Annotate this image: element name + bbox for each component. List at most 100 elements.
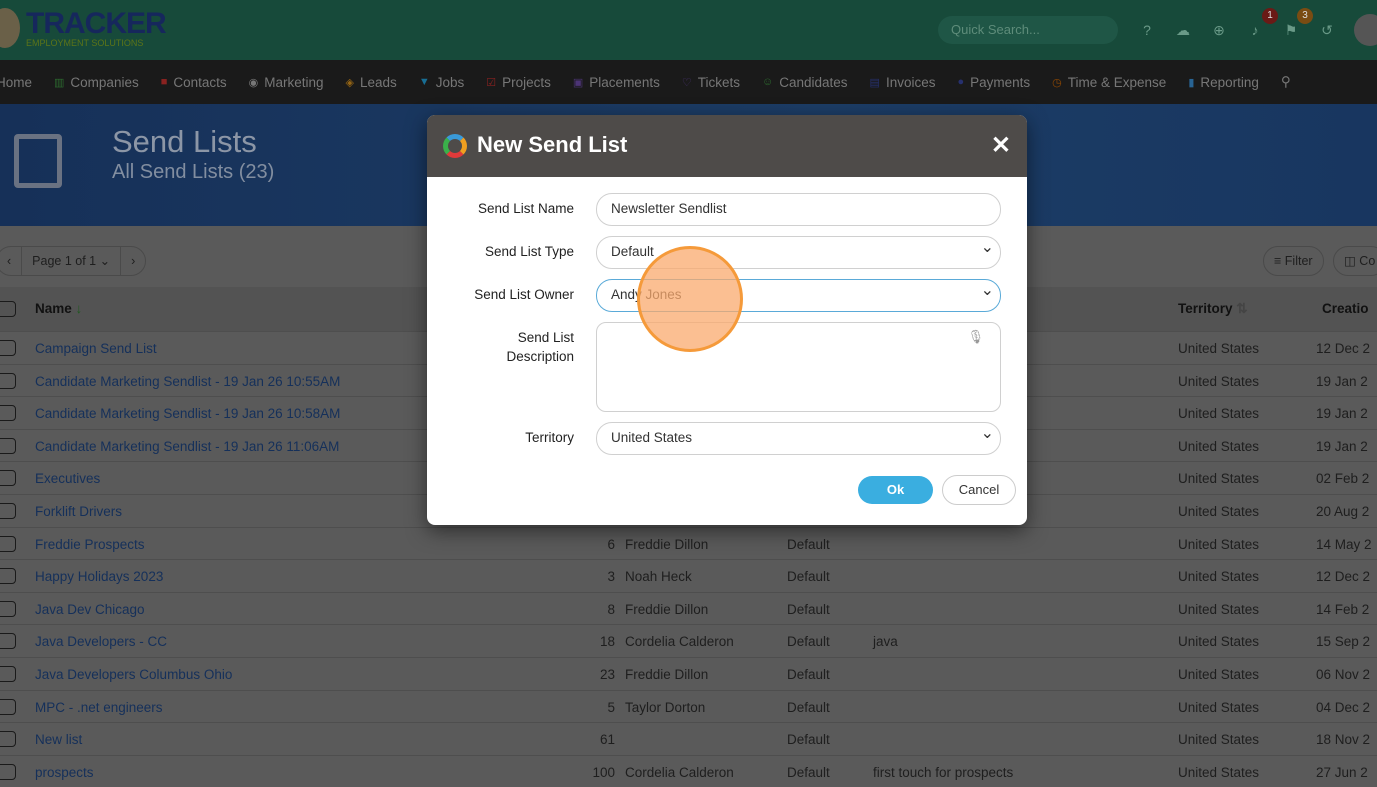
jobs-icon: ▼: [418, 76, 430, 88]
row-checkbox[interactable]: [0, 731, 16, 748]
columns-button[interactable]: ◫ Co: [1333, 246, 1377, 276]
nav-jobs[interactable]: ▼ Jobs: [419, 75, 464, 90]
table-row[interactable]: Java Developers Columbus Ohio 23 Freddie D…: [0, 657, 1377, 690]
nav-invoices[interactable]: ▤ Invoices: [870, 75, 936, 90]
row-checkbox[interactable]: [0, 405, 16, 422]
top-header: TRACKER EMPLOYMENT SOLUTIONS Quick Search…: [0, 0, 1377, 60]
send-list-name[interactable]: Happy Holidays 2023: [35, 569, 163, 584]
row-checkbox[interactable]: [0, 340, 16, 356]
row-checkbox[interactable]: [0, 372, 16, 389]
send-list-name[interactable]: Java Developers Columbus Ohio: [35, 667, 232, 682]
nav-reporting[interactable]: ▮ Reporting: [1188, 75, 1259, 90]
territory: United States: [1178, 504, 1260, 519]
table-row[interactable]: Freddie Prospects 6 Freddie Dillon Default U…: [0, 526, 1377, 560]
column-creation[interactable]: Creatio: [1322, 301, 1369, 316]
nav-label: Projects: [502, 74, 551, 90]
microphone-icon[interactable]: 🎙: [967, 329, 984, 345]
send-list-name[interactable]: Java Developers - CC: [35, 634, 167, 649]
row-checkbox[interactable]: [0, 568, 16, 585]
filter-button[interactable]: ≡ Filter: [1263, 246, 1324, 276]
clock-icon: ◷: [1052, 76, 1062, 89]
column-territory[interactable]: Territory ⇅: [1178, 301, 1248, 317]
send-list-name[interactable]: Freddie Prospects: [35, 537, 145, 552]
nav-home[interactable]: Home: [0, 75, 32, 90]
territory: United States: [1178, 732, 1260, 748]
row-checkbox[interactable]: [0, 535, 16, 552]
page-select[interactable]: Page 1 of 1 ⌄: [21, 247, 122, 275]
nav-label: Jobs: [435, 74, 465, 90]
logo-subtext: EMPLOYMENT SOLUTIONS: [26, 37, 144, 48]
select-all-checkbox[interactable]: [0, 301, 16, 317]
row-checkbox[interactable]: [0, 437, 16, 454]
row-checkbox[interactable]: [0, 698, 16, 715]
chat-icon[interactable]: ☁: [1175, 22, 1191, 38]
help-icon[interactable]: ?: [1139, 22, 1155, 38]
territory-label: Territory: [525, 430, 574, 445]
row-checkbox[interactable]: [0, 666, 16, 682]
history-icon[interactable]: ↺: [1319, 22, 1335, 38]
send-list-name[interactable]: Executives: [35, 471, 100, 486]
cancel-button[interactable]: Cancel: [942, 475, 1016, 505]
type: Default: [787, 536, 830, 552]
flag-icon[interactable]: ⚑: [1283, 22, 1299, 38]
add-icon[interactable]: ⊕: [1211, 22, 1227, 38]
owner: Freddie Dillon: [625, 601, 709, 617]
send-list-name[interactable]: New list: [35, 732, 82, 747]
row-checkbox[interactable]: [0, 763, 16, 780]
send-list-name[interactable]: Candidate Marketing Sendlist - 19 Jan 26…: [35, 439, 339, 454]
close-icon[interactable]: ✕: [991, 131, 1011, 160]
nav-companies[interactable]: ▥ Companies: [54, 75, 139, 90]
bell-icon[interactable]: ♪: [1247, 22, 1263, 38]
send-list-name[interactable]: MPC - .net engineers: [35, 700, 163, 715]
owner-label: Send List Owner: [474, 287, 574, 302]
territory: United States: [1178, 634, 1260, 650]
created-date: 14 Feb 2: [1316, 601, 1370, 617]
member-count: 5: [607, 699, 615, 715]
send-list-name[interactable]: Candidate Marketing Sendlist - 19 Jan 26…: [35, 374, 340, 389]
send-list-owner-select[interactable]: Andy Jones: [596, 279, 1001, 312]
nav-leads[interactable]: ◈ Leads: [346, 75, 397, 90]
ok-button[interactable]: Ok: [858, 476, 933, 504]
send-list-name[interactable]: Forklift Drivers: [35, 504, 122, 519]
nav-placements[interactable]: ▣ Placements: [573, 75, 660, 90]
nav-marketing[interactable]: ◉ Marketing: [249, 75, 324, 90]
nav-candidates[interactable]: ☺ Candidates: [762, 75, 848, 90]
nav-payments[interactable]: ● Payments: [957, 75, 1030, 90]
territory: United States: [1178, 699, 1260, 715]
table-row[interactable]: New list 61 Default United States 18 Nov 2: [0, 722, 1377, 755]
row-checkbox[interactable]: [0, 470, 16, 487]
nav-projects[interactable]: ☑ Projects: [486, 75, 551, 90]
send-list-name[interactable]: Java Dev Chicago: [35, 602, 145, 617]
nav-time-expense[interactable]: ◷ Time & Expense: [1052, 75, 1166, 90]
send-list-name[interactable]: Candidate Marketing Sendlist - 19 Jan 26…: [35, 406, 340, 421]
row-checkbox[interactable]: [0, 633, 16, 650]
table-row[interactable]: prospects 100 Cordelia Calderon Default firs…: [0, 754, 1377, 787]
nav-search-icon[interactable]: ⚲: [1281, 74, 1291, 90]
type-label: Send List Type: [484, 244, 574, 259]
column-name[interactable]: Name ↓: [35, 301, 82, 316]
table-row[interactable]: Java Dev Chicago 8 Freddie Dillon Default Un…: [0, 591, 1377, 625]
send-list-name[interactable]: Campaign Send List: [35, 341, 157, 356]
row-checkbox[interactable]: [0, 600, 16, 617]
nav-label: Time & Expense: [1067, 74, 1167, 90]
created-date: 06 Nov 2: [1316, 667, 1371, 682]
candidates-icon: ☺: [761, 76, 774, 88]
send-list-name-input[interactable]: Newsletter Sendlist: [596, 193, 1001, 226]
send-list-description-textarea[interactable]: 🎙: [596, 322, 1001, 412]
table-row[interactable]: MPC - .net engineers 5 Taylor Dorton Defaul…: [0, 689, 1377, 723]
territory-select[interactable]: United States: [596, 422, 1001, 455]
nav-tickets[interactable]: ♡ Tickets: [682, 75, 740, 90]
user-avatar[interactable]: [1354, 14, 1377, 46]
prev-page-button[interactable]: ‹: [0, 247, 21, 275]
nav-contacts[interactable]: ■ Contacts: [161, 75, 227, 90]
created-date: 20 Aug 2: [1316, 504, 1370, 519]
table-row[interactable]: Java Developers - CC 18 Cordelia Calderon D…: [0, 624, 1377, 657]
row-checkbox[interactable]: [0, 503, 16, 519]
flags-badge: 3: [1297, 8, 1313, 24]
table-row[interactable]: Happy Holidays 2023 3 Noah Heck Default Unit…: [0, 559, 1377, 592]
send-list-type-select[interactable]: Default: [596, 236, 1001, 269]
quick-search-input[interactable]: Quick Search...: [938, 16, 1118, 44]
tracker-logo[interactable]: TRACKER EMPLOYMENT SOLUTIONS: [0, 8, 167, 48]
send-list-name[interactable]: prospects: [35, 765, 94, 780]
next-page-button[interactable]: ›: [121, 247, 145, 275]
